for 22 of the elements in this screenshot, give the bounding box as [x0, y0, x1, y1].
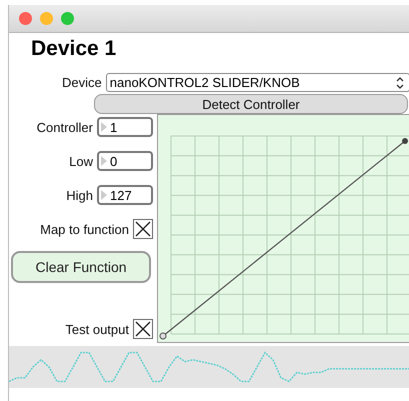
checkbox[interactable] — [133, 219, 153, 239]
stepper-arrows-icon — [395, 76, 405, 90]
number-field[interactable]: 0 — [97, 151, 153, 171]
detect-controller-button[interactable]: Detect Controller — [94, 94, 408, 114]
field-label: Low — [69, 154, 93, 168]
clear-function-button[interactable]: Clear Function — [11, 251, 151, 283]
number-field[interactable]: 127 — [97, 185, 153, 205]
number-field[interactable]: 1 — [97, 117, 153, 137]
window-title: Device 1 — [30, 36, 118, 62]
checkbox-label: Test output — [65, 322, 129, 336]
triangle-icon — [101, 156, 107, 166]
close-button[interactable] — [19, 12, 32, 25]
triangle-icon — [101, 190, 107, 200]
checkbox-label: Map to function — [40, 222, 129, 236]
field-label: Controller — [36, 120, 93, 134]
triangle-icon — [101, 122, 107, 132]
checkbox[interactable] — [133, 319, 153, 339]
zoom-button[interactable] — [61, 12, 74, 25]
minimize-button[interactable] — [40, 12, 53, 25]
field-label: High — [66, 188, 93, 202]
device-dropdown[interactable]: nanoKONTROL2 SLIDER/KNOB — [106, 73, 409, 92]
field-label: Device — [62, 75, 102, 90]
